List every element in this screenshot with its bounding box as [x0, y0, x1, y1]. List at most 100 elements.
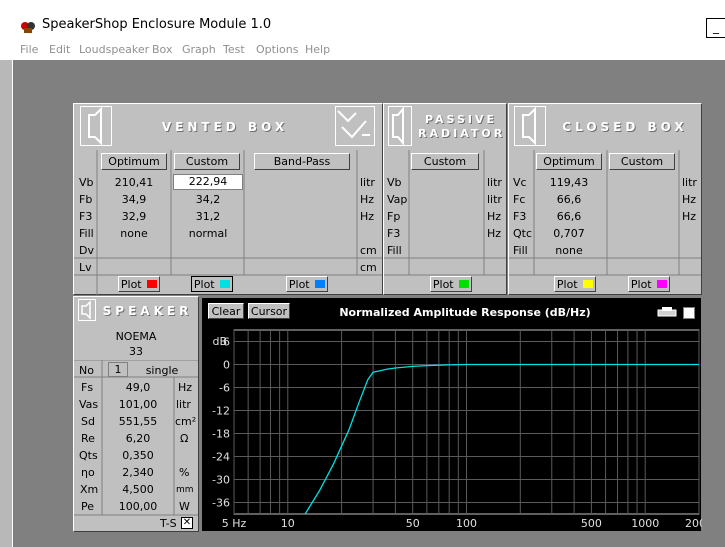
- clear-button[interactable]: Clear: [208, 303, 244, 319]
- menu-test[interactable]: Test: [223, 43, 245, 56]
- vented-fb-unit: Hz: [360, 193, 375, 206]
- y-tick-label: -24: [212, 451, 230, 464]
- plot-color-swatch: [657, 280, 668, 288]
- speaker-mode[interactable]: single: [132, 364, 192, 377]
- x-tick-label: 100: [456, 517, 477, 530]
- menu-help[interactable]: Help: [305, 43, 330, 56]
- ts-label: T-S: [160, 517, 177, 530]
- speaker-fs-unit: Hz: [178, 381, 193, 394]
- vented-fb-custom[interactable]: 34,2: [173, 193, 243, 206]
- printer-icon[interactable]: [656, 306, 678, 318]
- menu-loudspeaker[interactable]: Loudspeaker: [79, 43, 149, 56]
- vented-row-fill-label: Fill: [79, 227, 94, 240]
- plot-label: Plot: [193, 278, 215, 291]
- vented-row-fb-label: Fb: [79, 193, 93, 206]
- passive-f3-unit: Hz: [487, 227, 502, 240]
- speaker-icon: [80, 106, 112, 146]
- closed-f3-optimum: 66,6: [556, 210, 582, 223]
- speaker-fs-value[interactable]: 49,0: [105, 381, 171, 394]
- closed-vc-unit: litr: [682, 176, 697, 189]
- menu-options[interactable]: Options: [256, 43, 298, 56]
- speaker-pe-label: Pe: [81, 500, 95, 513]
- speaker-sd-label: Sd: [81, 415, 95, 428]
- closed-custom-plot-button[interactable]: Plot: [628, 276, 670, 292]
- speaker-qts-label: Qts: [79, 449, 98, 462]
- vented-box-header: VENTED BOX: [161, 120, 289, 134]
- speaker-pe-value[interactable]: 100,00: [105, 500, 171, 513]
- vented-f3-unit: Hz: [360, 210, 375, 223]
- passive-row-vb-label: Vb: [387, 176, 402, 189]
- speaker-xm-value[interactable]: 4,500: [105, 483, 171, 496]
- speaker-vas-label: Vas: [79, 398, 99, 411]
- speaker-icon: [514, 106, 546, 146]
- cursor-button[interactable]: Cursor: [248, 303, 290, 319]
- closed-qtc-optimum: 0,707: [553, 227, 585, 240]
- x-tick-label: 500: [581, 517, 602, 530]
- vented-row-lv-label: Lv: [79, 261, 92, 274]
- passive-row-f3-label: F3: [387, 227, 401, 240]
- y-tick-label: 0: [223, 359, 230, 372]
- app-icon: [20, 18, 36, 34]
- plot-label: Plot: [432, 278, 454, 291]
- plot-label: Plot: [288, 278, 310, 291]
- menu-edit[interactable]: Edit: [49, 43, 70, 56]
- plot-color-swatch: [147, 280, 158, 288]
- x-tick-label: 2000: [685, 517, 702, 530]
- response-chart: 60-6-12-18-24-30-36 5 Hz 10 50 100 500 1000 20…: [212, 329, 702, 530]
- speaker-vas-value[interactable]: 101,00: [105, 398, 171, 411]
- passive-vb-unit: litr: [487, 176, 502, 189]
- menu-file[interactable]: File: [20, 43, 38, 56]
- speaker-qts-value[interactable]: 0,350: [105, 449, 171, 462]
- passive-row-fp-label: Fp: [387, 210, 401, 223]
- closed-fc-optimum: 66,6: [556, 193, 582, 206]
- vented-fb-optimum: 34,9: [121, 193, 147, 206]
- vented-f3-custom[interactable]: 31,2: [173, 210, 243, 223]
- x-tick-label: 10: [281, 517, 295, 530]
- vented-custom-plot-button[interactable]: Plot: [191, 276, 233, 292]
- vented-vb-custom-input[interactable]: 222,94: [173, 174, 243, 190]
- vented-vb-unit: litr: [360, 176, 375, 189]
- menu-graph[interactable]: Graph: [182, 43, 216, 56]
- speaker-model: 33: [129, 345, 143, 358]
- speaker-re-unit: Ω: [180, 432, 189, 445]
- menu-box[interactable]: Box: [152, 43, 172, 56]
- vented-bandpass-plot-button[interactable]: Plot: [286, 276, 328, 292]
- vented-vb-optimum: 210,41: [114, 176, 154, 189]
- speaker-xm-unit: mm: [176, 485, 194, 495]
- response-curve: [304, 363, 699, 515]
- closed-row-qtc-label: Qtc: [513, 227, 533, 240]
- speaker-sd-value[interactable]: 551,55: [105, 415, 171, 428]
- speaker-efficiency-unit: %: [179, 466, 190, 479]
- x-tick-label: 50: [406, 517, 420, 530]
- vented-dv-unit: cm: [360, 244, 377, 257]
- speaker-icon: [78, 299, 96, 321]
- y-tick-label: -18: [212, 428, 230, 441]
- passive-row-fill-label: Fill: [387, 244, 402, 257]
- closed-row-f3-label: F3: [513, 210, 527, 223]
- closed-row-vc-label: Vc: [513, 176, 527, 189]
- vented-optimum-plot-button[interactable]: Plot: [118, 276, 160, 292]
- y-tick-label: -12: [212, 405, 230, 418]
- vented-fill-optimum: none: [120, 227, 148, 240]
- closed-box-header: CLOSED BOX: [562, 120, 688, 134]
- speaker-re-value[interactable]: 6,20: [105, 432, 171, 445]
- closed-fc-unit: Hz: [682, 193, 697, 206]
- x-tick-label: 5 Hz: [222, 517, 247, 530]
- window-title: SpeakerShop Enclosure Module 1.0: [42, 17, 272, 32]
- passive-plot-button[interactable]: Plot: [430, 276, 472, 292]
- speaker-efficiency-value[interactable]: 2,340: [105, 466, 171, 479]
- speaker-no-label: No: [79, 364, 94, 377]
- closed-f3-unit: Hz: [682, 210, 697, 223]
- vented-f3-optimum: 32,9: [121, 210, 147, 223]
- speaker-count-input[interactable]: 1: [108, 362, 128, 377]
- speaker-pe-unit: W: [179, 500, 190, 513]
- ts-checkbox[interactable]: ✕: [181, 517, 193, 529]
- passive-header-line1: PASSIVE: [424, 113, 498, 126]
- minimize-button[interactable]: _: [706, 18, 725, 38]
- closed-optimum-plot-button[interactable]: Plot: [554, 276, 596, 292]
- speaker-name: NOEMA: [115, 330, 157, 343]
- graph-option-checkbox[interactable]: [683, 307, 695, 319]
- vented-enclosure-icon: [335, 106, 375, 146]
- vented-fill-custom[interactable]: normal: [173, 227, 243, 240]
- plot-label: Plot: [556, 278, 578, 291]
